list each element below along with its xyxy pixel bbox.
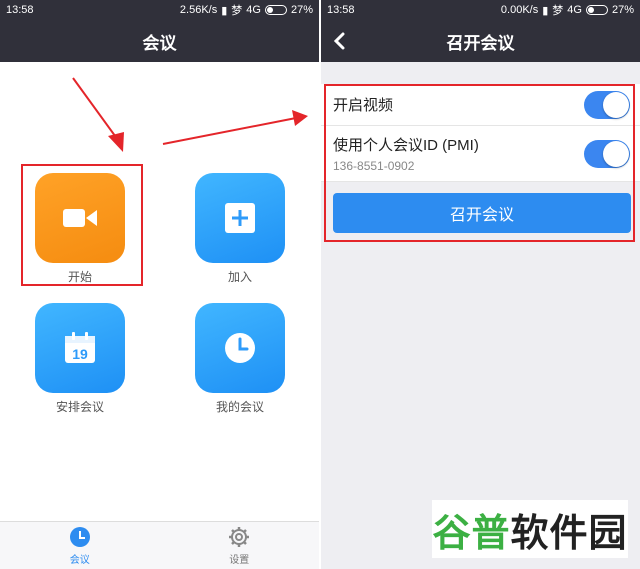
watermark-logo: 谷普 软件园 (432, 500, 628, 558)
watermark-part2: 软件园 (510, 512, 628, 555)
status-bar: 13:58 2.56K/s ▮ 梦 4G 27% (0, 0, 319, 20)
schedule-meeting-label: 安排会议 (55, 400, 104, 414)
plus-icon (225, 203, 255, 233)
status-time: 13:58 (6, 4, 34, 16)
tab-meetings[interactable]: 会议 (0, 522, 160, 569)
page-title: 会议 (142, 33, 177, 53)
signal-icon: ▮ (221, 4, 228, 17)
tab-bar: 会议 设置 (0, 521, 319, 569)
watermark-part1: 谷普 (432, 512, 511, 555)
back-icon[interactable] (327, 28, 353, 54)
signal-icon: ▮ (542, 4, 549, 17)
highlight-box (324, 84, 635, 242)
clock-icon (225, 333, 255, 363)
calendar-day: 19 (72, 346, 88, 362)
carrier-icon: 梦 (552, 5, 564, 17)
status-time: 13:58 (327, 4, 355, 16)
tab-settings[interactable]: 设置 (160, 522, 320, 569)
network-type: 4G (246, 4, 261, 16)
battery-icon (264, 5, 287, 15)
start-meeting-screen: 13:58 0.00K/s ▮ 梦 4G 27% 召开会议 开启视频 使用个人会… (321, 0, 640, 569)
nav-bar: 会议 (0, 20, 319, 62)
join-meeting-button[interactable] (195, 173, 285, 263)
my-meetings-label: 我的会议 (215, 400, 264, 414)
battery-level: 27% (290, 4, 313, 16)
highlight-box (21, 164, 143, 286)
network-speed: 2.56K/s (179, 4, 218, 16)
carrier-icon: 梦 (231, 5, 243, 17)
tab-settings-label: 设置 (229, 554, 250, 566)
battery-icon (585, 5, 608, 15)
network-speed: 0.00K/s (500, 4, 539, 16)
meetings-screen: 13:58 2.56K/s ▮ 梦 4G 27% 会议 开始 加入 19 安排会… (0, 0, 319, 569)
battery-level: 27% (611, 4, 634, 16)
network-type: 4G (567, 4, 582, 16)
calendar-icon: 19 (65, 332, 95, 363)
join-meeting-label: 加入 (227, 270, 252, 284)
nav-bar: 召开会议 (321, 20, 640, 62)
gear-icon (229, 526, 250, 547)
status-bar: 13:58 0.00K/s ▮ 梦 4G 27% (321, 0, 640, 20)
my-meetings-button[interactable] (195, 303, 285, 393)
clock-icon (69, 526, 90, 547)
schedule-meeting-button[interactable]: 19 (35, 303, 125, 393)
tab-meetings-label: 会议 (69, 554, 90, 566)
page-title: 召开会议 (446, 33, 515, 53)
